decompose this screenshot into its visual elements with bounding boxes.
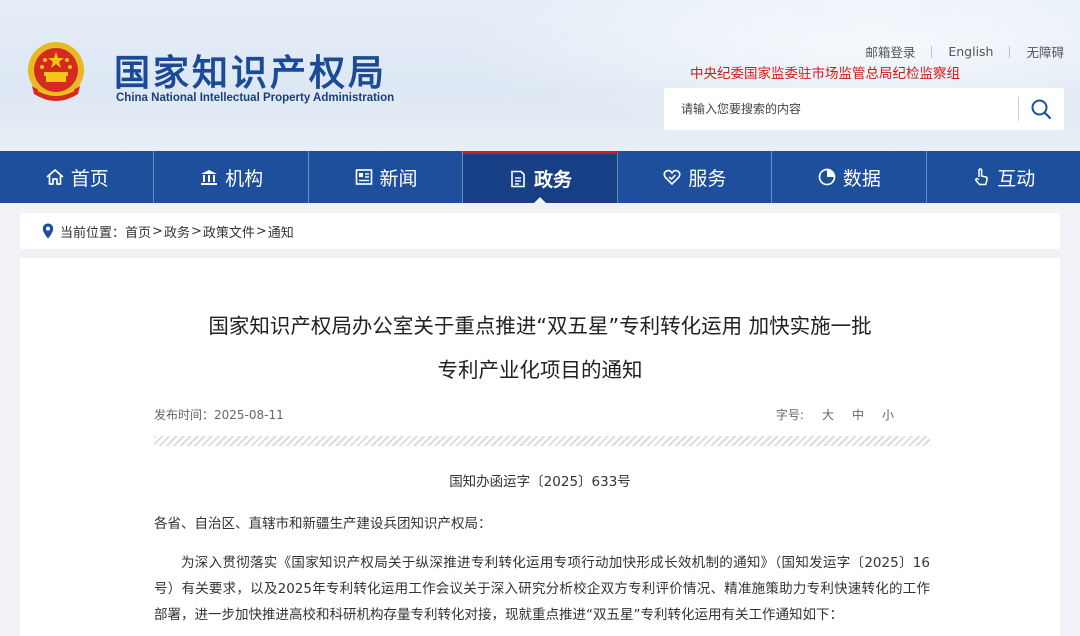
home-icon	[45, 167, 65, 187]
document-number: 国知办函运字〔2025〕633号	[449, 474, 631, 490]
mail-login-link[interactable]: 邮箱登录	[849, 42, 931, 61]
service-icon	[662, 167, 682, 187]
publish-date: 2025-08-11	[214, 408, 284, 422]
institution-icon	[199, 167, 219, 187]
breadcrumb-separator: >	[255, 223, 267, 239]
search-input[interactable]	[664, 88, 1014, 130]
nav-item-institution[interactable]: 机构	[154, 151, 309, 203]
nav-item-government-affairs[interactable]: 政务	[463, 151, 618, 204]
location-pin-icon	[42, 223, 54, 239]
nav-label: 首页	[70, 167, 109, 190]
pie-chart-icon	[817, 167, 837, 187]
news-icon	[354, 167, 374, 187]
breadcrumb-item-policy-documents[interactable]: 政策文件	[203, 222, 255, 241]
nav-label: 新闻	[379, 167, 418, 190]
search-divider	[1018, 97, 1019, 121]
government-affairs-icon	[508, 169, 528, 189]
site-title-en: China National Intellectual Property Adm…	[116, 92, 395, 104]
nav-label: 政务	[533, 169, 572, 191]
discipline-inspection-link[interactable]: 中央纪委国家监委驻市场监管总局纪检监察组	[690, 62, 960, 82]
nav-item-data[interactable]: 数据	[772, 151, 927, 203]
article-panel: 国家知识产权局办公室关于重点推进“双五星”专利转化运用 加快实施一批 专利产业化…	[20, 258, 1060, 636]
publish-info: 发布时间：2025-08-11	[154, 406, 284, 423]
hatched-divider	[154, 436, 930, 446]
breadcrumb-prefix: 当前位置：	[60, 225, 126, 241]
nav-label: 互动	[997, 167, 1036, 190]
breadcrumb-item-notice[interactable]: 通知	[268, 222, 294, 241]
nav-label: 机构	[225, 167, 264, 190]
nav-label: 服务	[688, 167, 727, 190]
font-size-small-button[interactable]: 小	[882, 406, 894, 423]
main-nav: 首页 机构 新闻 政务 服务 数据 互动	[0, 151, 1080, 204]
nav-item-service[interactable]: 服务	[618, 151, 773, 203]
font-size-switcher: 字号: 大 中 小	[776, 406, 894, 423]
article-title-line2: 专利产业化项目的通知	[437, 358, 643, 382]
nav-item-news[interactable]: 新闻	[309, 151, 464, 203]
search-button[interactable]	[1024, 93, 1058, 125]
font-size-medium-button[interactable]: 中	[852, 406, 864, 423]
site-header: 国家知识产权局 China National Intellectual Prop…	[0, 0, 1080, 151]
breadcrumb-item-government-affairs[interactable]: 政务	[164, 222, 190, 241]
breadcrumb-item-home[interactable]: 首页	[125, 222, 151, 241]
national-emblem-icon	[28, 42, 84, 101]
search-icon	[1031, 99, 1052, 120]
breadcrumb-separator: >	[190, 223, 202, 239]
nav-item-home[interactable]: 首页	[0, 151, 155, 203]
breadcrumb-separator: >	[152, 223, 163, 239]
body-paragraph: 为深入贯彻落实《国家知识产权局关于纵深推进专利转化运用专项行动加快形成长效机制的…	[154, 555, 930, 623]
addressee: 各省、自治区、直辖市和新疆生产建设兵团知识产权局：	[154, 516, 492, 532]
publish-label: 发布时间：	[154, 408, 215, 422]
accessibility-link[interactable]: 无障碍	[1010, 42, 1064, 61]
article-title-line1: 国家知识产权局办公室关于重点推进“双五星”专利转化运用 加快实施一批	[208, 314, 872, 338]
top-links: 邮箱登录 English 无障碍	[849, 42, 1064, 61]
site-title-cn: 国家知识产权局	[114, 53, 388, 94]
search-box	[664, 88, 1064, 130]
font-size-label: 字号:	[775, 408, 804, 422]
article-title: 国家知识产权局办公室关于重点推进“双五星”专利转化运用 加快实施一批 专利产业化…	[20, 304, 1060, 392]
breadcrumb: 当前位置： 首页 > 政务 > 政策文件 > 通知	[20, 213, 1060, 249]
nav-item-interaction[interactable]: 互动	[927, 151, 1080, 203]
interaction-hand-icon	[971, 167, 991, 187]
font-size-large-button[interactable]: 大	[822, 406, 834, 423]
english-link[interactable]: English	[932, 44, 1009, 59]
nav-label: 数据	[842, 167, 881, 190]
